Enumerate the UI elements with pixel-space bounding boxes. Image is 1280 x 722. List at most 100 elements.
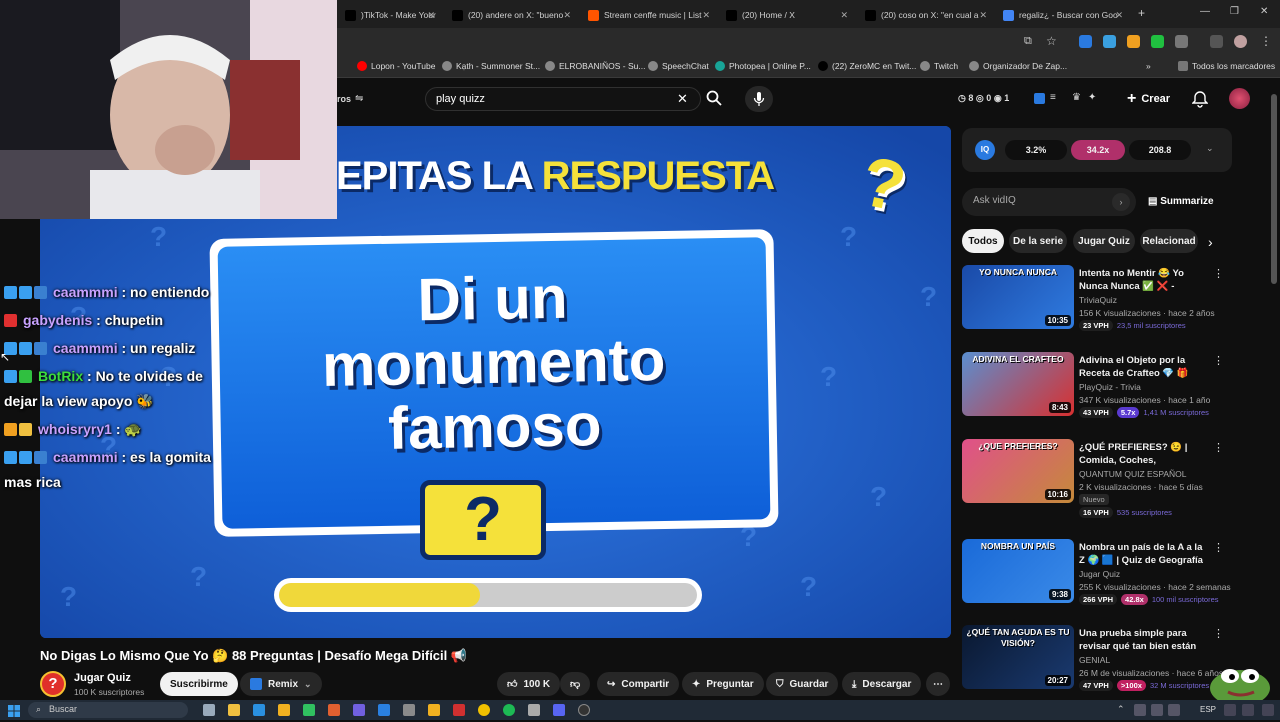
app-icon[interactable] xyxy=(403,704,415,716)
close-tab-icon[interactable]: ✕ xyxy=(1115,10,1123,21)
recommended-video[interactable]: ¿QUÉ TAN AGUDA ES TU VISIÓN? 20:27 Una pru… xyxy=(962,625,1232,697)
close-tab-icon[interactable]: ✕ xyxy=(979,10,987,21)
recommended-video[interactable]: ADIVINA EL CRAFTEO 8:43 Adivina el Objeto … xyxy=(962,352,1232,424)
notifications-icon[interactable] xyxy=(1191,90,1209,113)
bookmark-item[interactable]: Organizador De Zap... xyxy=(969,61,1067,71)
tray-icon[interactable] xyxy=(1134,704,1146,716)
browser-tab[interactable]: Stream cenffe music | List ✕ xyxy=(580,4,716,26)
app-icon[interactable] xyxy=(353,704,365,716)
video-title[interactable]: ¿QUÉ PREFIERES? 😉 | Comida, Coches, Supe… xyxy=(1079,441,1209,467)
filter-chip[interactable]: Todos xyxy=(962,229,1004,253)
windows-start-icon[interactable] xyxy=(8,704,20,717)
video-channel[interactable]: TriviaQuiz xyxy=(1079,295,1117,305)
video-menu-icon[interactable]: ⋮ xyxy=(1213,441,1224,454)
download-button[interactable]: ⤓ Descargar xyxy=(842,672,922,696)
obs-icon[interactable] xyxy=(578,704,590,716)
app-icon[interactable] xyxy=(328,704,340,716)
filter-chip[interactable]: De la serie xyxy=(1009,229,1067,253)
browser-tab[interactable]: )TikTok - Make Your ✕ xyxy=(337,4,441,26)
notification-center-icon[interactable] xyxy=(1262,704,1274,716)
save-button[interactable]: ⛉ Guardar xyxy=(766,672,839,696)
channel-name[interactable]: Jugar Quiz xyxy=(74,672,131,684)
account-avatar[interactable] xyxy=(1229,88,1250,109)
discord-icon[interactable] xyxy=(553,704,565,716)
app-icon[interactable] xyxy=(228,704,240,716)
bookmark-item[interactable]: Kạth - Summoner St... xyxy=(442,61,540,71)
all-bookmarks-button[interactable]: Todos los marcadores xyxy=(1178,61,1275,71)
extensions-puzzle-icon[interactable] xyxy=(1175,35,1188,48)
video-menu-icon[interactable]: ⋮ xyxy=(1213,541,1224,554)
send-arrow-icon[interactable]: › xyxy=(1112,193,1130,211)
filter-chip[interactable]: Relacionad xyxy=(1140,229,1198,253)
profile-avatar-icon[interactable] xyxy=(1234,35,1247,48)
bookmark-item[interactable]: Twitch xyxy=(920,61,958,71)
video-channel[interactable]: Jugar Quiz xyxy=(1079,569,1120,579)
recommended-video[interactable]: NOMBRA UN PAÍS 9:38 Nombra un país de la A… xyxy=(962,539,1232,611)
language-indicator[interactable]: ESP xyxy=(1200,705,1216,714)
filter-chip[interactable]: Jugar Quiz xyxy=(1073,229,1135,253)
browser-tab[interactable]: (20) Home / X ✕ xyxy=(718,4,854,26)
filter-settings-icon[interactable]: ⇋ xyxy=(355,93,363,104)
chevron-right-icon[interactable]: › xyxy=(1208,234,1213,250)
ask-vidiq-input[interactable]: Ask vidIQ xyxy=(962,188,1136,216)
edge-icon[interactable] xyxy=(253,704,265,716)
taskbar-search[interactable]: ⌕ Buscar xyxy=(28,702,188,718)
like-button[interactable]: 👍︎ 100 K xyxy=(497,672,561,696)
video-thumbnail[interactable]: ADIVINA EL CRAFTEO 8:43 xyxy=(962,352,1074,416)
minimize-button[interactable]: — xyxy=(1200,6,1210,17)
task-view-icon[interactable] xyxy=(203,704,215,716)
sparkle-icon[interactable]: ✦ xyxy=(1088,92,1096,103)
more-actions-button[interactable]: ⋯ xyxy=(926,672,950,696)
clear-search-icon[interactable]: ✕ xyxy=(677,91,688,107)
video-thumbnail[interactable]: ¿QUE PREFIERES? 10:16 xyxy=(962,439,1074,503)
close-tab-icon[interactable]: ✕ xyxy=(563,10,571,21)
close-window-button[interactable]: ✕ xyxy=(1260,6,1268,17)
spotify-icon[interactable] xyxy=(503,704,515,716)
bookmarks-overflow-button[interactable]: » xyxy=(1146,61,1151,71)
summarize-button[interactable]: ▤ Summarize xyxy=(1148,196,1214,207)
video-thumbnail[interactable]: NOMBRA UN PAÍS 9:38 xyxy=(962,539,1074,603)
new-tab-button[interactable]: + xyxy=(1138,6,1145,20)
volume-icon[interactable] xyxy=(1242,704,1254,716)
close-tab-icon[interactable]: ✕ xyxy=(427,10,435,21)
tray-icon[interactable] xyxy=(1151,704,1163,716)
video-channel[interactable]: QUANTUM QUIZ ESPAÑOL xyxy=(1079,469,1187,479)
ask-button[interactable]: ✦ Preguntar xyxy=(682,672,764,696)
bookmark-item[interactable]: SpeechChat xyxy=(648,61,709,71)
chevron-down-icon[interactable]: ⌄ xyxy=(1206,143,1214,154)
video-thumbnail[interactable]: YO NUNCA NUNCA 10:35 xyxy=(962,265,1074,329)
bookmark-item[interactable]: (22) ZeroMC en Twit... xyxy=(818,61,916,71)
bookmark-star-icon[interactable]: ☆ xyxy=(1046,34,1057,48)
video-title[interactable]: Intenta no Mentir 😂 Yo Nunca Nunca ✅ ❌ -… xyxy=(1079,267,1209,293)
tray-icon[interactable] xyxy=(1168,704,1180,716)
bookmark-item[interactable]: Lopon - YouTube xyxy=(357,61,435,71)
cast-icon[interactable]: ⧉ xyxy=(1024,35,1032,48)
trophy-icon[interactable]: ♛ xyxy=(1072,92,1081,103)
app-icon[interactable] xyxy=(453,704,465,716)
restore-button[interactable]: ❐ xyxy=(1230,6,1239,17)
app-icon[interactable] xyxy=(303,704,315,716)
video-title[interactable]: Nombra un país de la A a la Z 🌍 🟦 | Quiz… xyxy=(1079,541,1209,567)
video-title[interactable]: Adivina el Objeto por la Receta de Craft… xyxy=(1079,354,1209,380)
close-tab-icon[interactable]: ✕ xyxy=(840,10,848,21)
bookmark-item[interactable]: Photopea | Online P... xyxy=(715,61,811,71)
video-title[interactable]: Una prueba simple para revisar qué tan b… xyxy=(1079,627,1209,653)
search-input[interactable]: play quizz xyxy=(425,87,701,111)
video-thumbnail[interactable]: ¿QUÉ TAN AGUDA ES TU VISIÓN? 20:27 xyxy=(962,625,1074,689)
browser-tab[interactable]: (20) andere on X: "bueno ✕ xyxy=(444,4,577,26)
extension-icon[interactable] xyxy=(1103,35,1116,48)
video-channel[interactable]: GENIAL xyxy=(1079,655,1110,665)
remix-button[interactable]: Remix ⌄ xyxy=(240,672,322,696)
extension-icon[interactable] xyxy=(1127,35,1140,48)
app-icon[interactable] xyxy=(528,704,540,716)
recommended-video[interactable]: YO NUNCA NUNCA 10:35 Intenta no Mentir 😂 Y… xyxy=(962,265,1232,337)
folder-icon[interactable] xyxy=(428,704,440,716)
dislike-button[interactable]: 👎︎ xyxy=(560,672,591,696)
chrome-icon[interactable] xyxy=(478,704,490,716)
create-button[interactable]: + Crear xyxy=(1127,90,1170,108)
wifi-icon[interactable] xyxy=(1224,704,1236,716)
bookmark-item[interactable]: ELROBANIÑOS - Su... xyxy=(545,61,645,71)
subscribe-button[interactable]: Suscribirme xyxy=(160,672,238,696)
extension-icon[interactable] xyxy=(1151,35,1164,48)
extension-icon[interactable] xyxy=(1079,35,1092,48)
